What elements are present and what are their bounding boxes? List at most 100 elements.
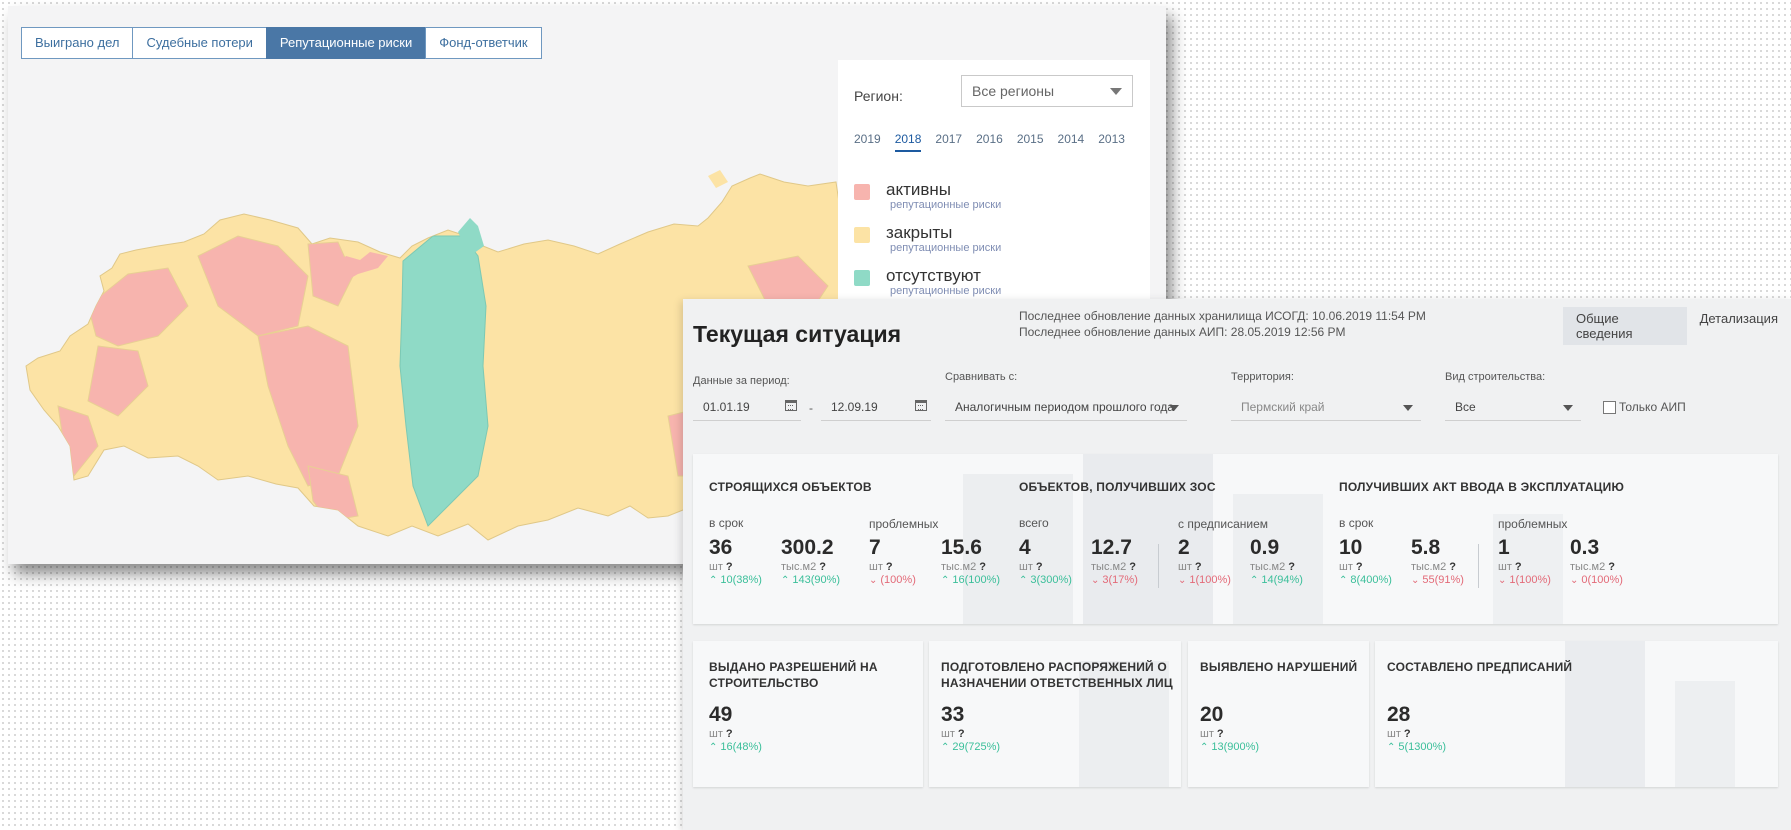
year-tab-2015[interactable]: 2015 [1017, 132, 1044, 152]
subheading-on-time: в срок [709, 516, 744, 530]
metric: 4 шт? ⌃ 3(300%) [1019, 536, 1072, 586]
calendar-icon[interactable] [915, 400, 927, 411]
metric: 2 шт? ⌄ 1(100%) [1178, 536, 1231, 586]
date-to-value: 12.09.19 [831, 400, 878, 414]
tab-general-info[interactable]: Общие сведения [1563, 307, 1687, 345]
region-label: Регион: [854, 88, 903, 104]
metric-unit: шт? [869, 561, 893, 573]
help-icon[interactable]: ? [1288, 561, 1295, 573]
metric-unit: тыс.м2? [781, 561, 826, 573]
subheading-problematic: проблемных [1498, 517, 1568, 531]
help-icon[interactable]: ? [1356, 561, 1363, 573]
metric-delta: ⌃ 143(90%) [781, 574, 841, 586]
metric-unit: шт? [941, 728, 965, 740]
help-icon[interactable]: ? [1404, 728, 1411, 740]
year-tab-2014[interactable]: 2014 [1058, 132, 1085, 152]
metric-unit: шт? [709, 561, 733, 573]
card-title-commissioning-acts: ПОЛУЧИВШИХ АКТ ВВОДА В ЭКСПЛУАТАЦИЮ [1339, 480, 1625, 494]
region-select[interactable]: Все регионы [961, 75, 1133, 107]
metric-delta: ⌃ 8(400%) [1339, 574, 1392, 586]
card-title: СОСТАВЛЕНО ПРЕДПИСАНИЙ [1387, 660, 1573, 674]
chevron-down-icon [1563, 405, 1573, 411]
help-icon[interactable]: ? [1515, 561, 1522, 573]
metric: 33 шт? ⌃ 29(725%) [941, 703, 1000, 753]
arrow-up-icon: ⌃ [1250, 575, 1259, 586]
tab-won-cases[interactable]: Выиграно дел [21, 27, 134, 59]
metric-unit: шт? [1387, 728, 1411, 740]
construction-type-select[interactable]: Все [1445, 393, 1581, 421]
metric-value: 300.2 [781, 536, 834, 559]
tab-court-losses[interactable]: Судебные потери [132, 27, 267, 59]
metric: 10 шт? ⌃ 8(400%) [1339, 536, 1392, 586]
map-tabs: Выиграно дел Судебные потери Репутационн… [21, 27, 542, 59]
help-icon[interactable]: ? [1195, 561, 1202, 573]
metric-unit: шт? [1019, 561, 1043, 573]
year-tab-2016[interactable]: 2016 [976, 132, 1003, 152]
compare-select[interactable]: Аналогичным периодом прошлого года [945, 393, 1187, 421]
help-icon[interactable]: ? [726, 728, 733, 740]
year-tab-2013[interactable]: 2013 [1098, 132, 1125, 152]
help-icon[interactable]: ? [1036, 561, 1043, 573]
metric-delta: ⌃ 14(94%) [1250, 574, 1303, 586]
metric: 36 шт? ⌃ 10(38%) [709, 536, 762, 586]
help-icon[interactable]: ? [819, 561, 826, 573]
year-tab-2017[interactable]: 2017 [935, 132, 962, 152]
help-icon[interactable]: ? [886, 561, 893, 573]
arrow-up-icon: ⌃ [709, 742, 718, 753]
metric-delta: ⌄ 1(100%) [1178, 574, 1231, 586]
help-icon[interactable]: ? [1217, 728, 1224, 740]
chevron-down-icon [1403, 405, 1413, 411]
metric: 0.3 тыс.м2? ⌄ 0(100%) [1570, 536, 1623, 586]
tab-fund-defendant[interactable]: Фонд-ответчик [425, 27, 542, 59]
legend-swatch [854, 184, 870, 200]
year-tab-2019[interactable]: 2019 [854, 132, 881, 152]
subheading-problematic: проблемных [869, 517, 939, 531]
violations-card: ВЫЯВЛЕНО НАРУШЕНИЙ 20 шт? ⌃ 13(900%) [1188, 641, 1369, 787]
help-icon[interactable]: ? [1129, 561, 1136, 573]
arrow-down-icon: ⌄ [1498, 575, 1507, 586]
metric-value: 36 [709, 536, 733, 559]
update-info-isogd: Последнее обновление данных хранилища ИС… [1019, 309, 1426, 323]
metric-delta: ⌃ 16(48%) [709, 741, 762, 753]
update-info-aip: Последнее обновление данных АИП: 28.05.2… [1019, 325, 1346, 339]
territory-select[interactable]: Пермский край [1231, 393, 1421, 421]
help-icon[interactable]: ? [1449, 561, 1456, 573]
metric-value: 1 [1498, 536, 1510, 559]
metric-delta: ⌃ 13(900%) [1200, 741, 1260, 753]
tab-reputation-risks[interactable]: Репутационные риски [265, 27, 427, 59]
only-aip-checkbox[interactable] [1603, 401, 1616, 414]
help-icon[interactable]: ? [958, 728, 965, 740]
card-title-zos-received: ОБЪЕКТОВ, ПОЛУЧИВШИХ ЗОС [1019, 480, 1216, 494]
region-select-value: Все регионы [972, 83, 1055, 99]
date-from-input[interactable]: 01.01.19 [693, 393, 801, 421]
arrow-up-icon: ⌃ [1019, 575, 1028, 586]
metric-delta: ⌄ 3(17%) [1091, 574, 1138, 586]
only-aip-label: Только АИП [1619, 400, 1686, 414]
metric-unit: тыс.м2? [1570, 561, 1615, 573]
construction-type-value: Все [1455, 400, 1476, 414]
card-title: ПОДГОТОВЛЕНО РАСПОРЯЖЕНИЙ О НАЗНАЧЕНИИ О… [941, 660, 1173, 690]
chevron-down-icon [1169, 405, 1179, 411]
map-island [708, 170, 728, 188]
arrow-up-icon: ⌃ [781, 575, 790, 586]
help-icon[interactable]: ? [726, 561, 733, 573]
year-tab-2018[interactable]: 2018 [894, 132, 922, 152]
territory-value: Пермский край [1241, 400, 1325, 414]
subheading-on-time: в срок [1339, 516, 1374, 530]
help-icon[interactable]: ? [1608, 561, 1615, 573]
date-to-input[interactable]: 12.09.19 [821, 393, 931, 421]
metric-delta: ⌄ 1(100%) [1498, 574, 1551, 586]
period-label: Данные за период: [693, 375, 790, 387]
legend-title: отсутствуют [886, 266, 981, 285]
legend-sub: репутационные риски [890, 285, 1002, 297]
year-tabs: 2019 2018 2017 2016 2015 2014 2013 [854, 132, 1139, 152]
metric-unit: шт? [1178, 561, 1202, 573]
calendar-icon[interactable] [785, 400, 797, 411]
metric-unit: тыс.м2? [941, 561, 986, 573]
arrow-down-icon: ⌄ [1570, 575, 1579, 586]
metric-delta: ⌃ 16(100%) [941, 574, 1001, 586]
help-icon[interactable]: ? [979, 561, 986, 573]
metric-value: 0.9 [1250, 536, 1280, 559]
tab-details[interactable]: Детализация [1687, 307, 1791, 345]
view-tabs: Общие сведения Детализация [1563, 307, 1791, 345]
